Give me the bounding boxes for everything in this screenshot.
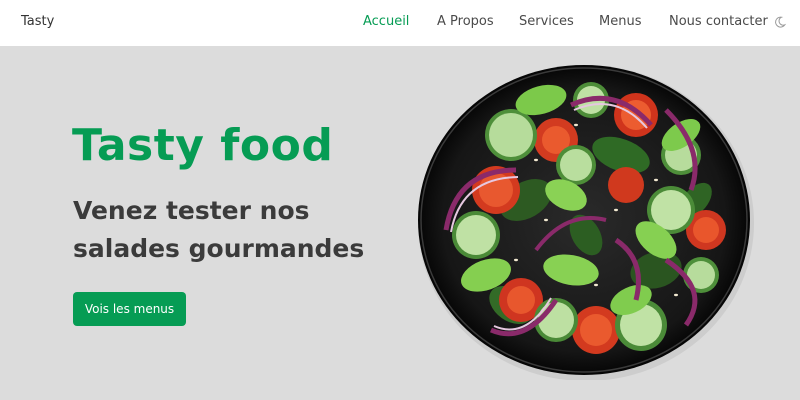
nav-link-services[interactable]: Services <box>519 14 574 29</box>
salad-plate-image <box>418 65 754 380</box>
top-navbar: Tasty Accueil A Propos Services Menus No… <box>0 0 800 46</box>
nav-link-menus[interactable]: Menus <box>599 14 641 29</box>
view-menus-button[interactable]: Vois les menus <box>73 292 186 326</box>
main-nav: Accueil A Propos Services Menus Nous con… <box>0 14 800 32</box>
nav-link-accueil[interactable]: Accueil <box>363 14 409 29</box>
nav-link-nous-contacter[interactable]: Nous contacter <box>669 14 768 29</box>
moon-icon[interactable] <box>773 15 787 29</box>
hero-subtitle: Venez tester nos salades gourmandes <box>73 196 365 263</box>
nav-link-a-propos[interactable]: A Propos <box>437 14 494 29</box>
hero-title: Tasty food <box>72 120 334 171</box>
